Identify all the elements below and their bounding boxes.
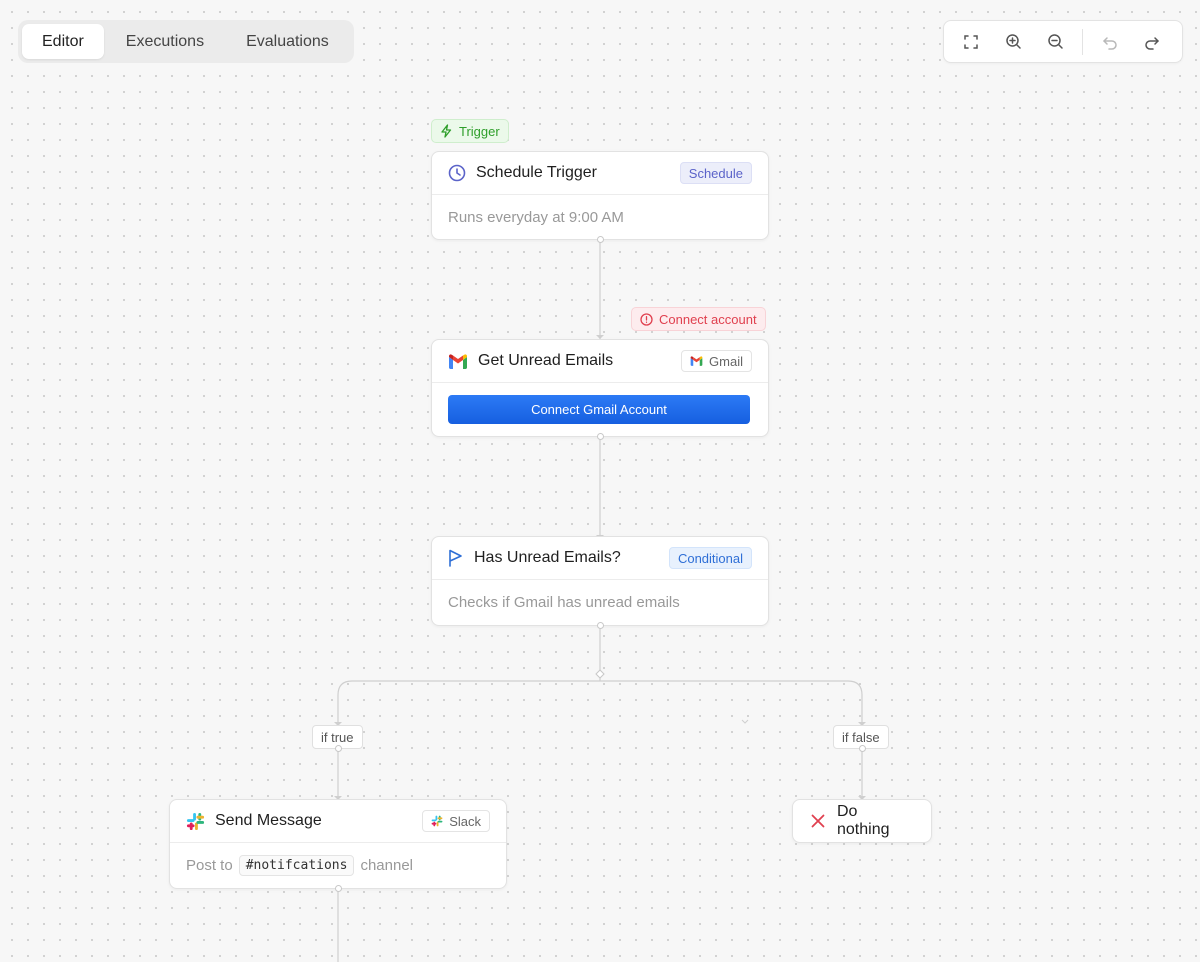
node-title: Schedule Trigger: [476, 164, 597, 181]
node-type-badge: Conditional: [668, 547, 752, 569]
node-description: Runs everyday at 9:00 AM: [448, 208, 624, 226]
gmail-icon: [690, 356, 703, 366]
connect-account-warning: Connect account: [631, 307, 766, 331]
x-icon: [811, 814, 825, 828]
zoom-out-icon: [1047, 34, 1063, 49]
slack-node[interactable]: Send Message Slack Post to #notifcations…: [169, 799, 507, 889]
node-title: Send Message: [215, 812, 322, 829]
branch-handle-false[interactable]: [859, 745, 866, 752]
service-badge-label: Slack: [449, 813, 481, 829]
undo-button[interactable]: [1089, 26, 1131, 58]
do-nothing-node[interactable]: Do nothing: [792, 799, 932, 843]
node-description: Checks if Gmail has unread emails: [448, 594, 680, 611]
service-badge-label: Gmail: [709, 353, 743, 369]
zoom-in-icon: [1005, 34, 1021, 49]
view-tabs: Editor Executions Evaluations: [18, 20, 354, 63]
toolbar-divider: [1082, 28, 1083, 55]
lightning-icon: [441, 124, 452, 138]
node-header: Has Unread Emails? Conditional: [432, 537, 768, 580]
trigger-tag-label: Trigger: [459, 123, 500, 139]
undo-icon: [1103, 36, 1117, 50]
node-header: Schedule Trigger Schedule: [432, 152, 768, 195]
conditional-node[interactable]: Has Unread Emails? Conditional Checks if…: [431, 536, 769, 626]
node-service-badge: Slack: [422, 810, 490, 832]
tab-executions[interactable]: Executions: [106, 24, 224, 59]
node-body: Connect Gmail Account: [432, 383, 768, 436]
flag-icon: [449, 549, 462, 567]
fullscreen-icon: [964, 34, 978, 49]
slack-icon: [431, 815, 443, 827]
clock-icon: [448, 164, 466, 182]
node-type-badge: Schedule: [679, 162, 752, 184]
node-title: Do nothing: [837, 803, 890, 838]
body-suffix: channel: [360, 857, 413, 874]
trigger-tag: Trigger: [431, 119, 509, 143]
redo-icon: [1145, 36, 1159, 50]
node-service-badge: Gmail: [681, 350, 752, 372]
node-header: Send Message Slack: [170, 800, 506, 843]
zoom-out-button[interactable]: [1034, 26, 1076, 58]
output-handle[interactable]: [597, 433, 604, 440]
canvas-toolbar: [943, 20, 1183, 63]
fullscreen-button[interactable]: [950, 26, 992, 58]
redo-button[interactable]: [1131, 26, 1173, 58]
output-handle[interactable]: [597, 236, 604, 243]
branch-handle-true[interactable]: [335, 745, 342, 752]
tab-evaluations[interactable]: Evaluations: [226, 24, 349, 59]
gmail-icon: [449, 353, 467, 369]
channel-name: #notifcations: [238, 855, 355, 876]
gmail-node[interactable]: Get Unread Emails Gmail Connect Gmail Ac…: [431, 339, 769, 437]
output-handle[interactable]: [597, 622, 604, 629]
zoom-in-button[interactable]: [992, 26, 1034, 58]
body-prefix: Post to: [186, 857, 233, 874]
node-title: Get Unread Emails: [478, 352, 614, 369]
node-header: Get Unread Emails Gmail: [432, 340, 768, 383]
schedule-trigger-node[interactable]: Schedule Trigger Schedule Runs everyday …: [431, 151, 769, 240]
connect-gmail-button[interactable]: Connect Gmail Account: [448, 395, 750, 424]
node-description: Post to #notifcations channel: [170, 843, 506, 888]
slack-icon: [186, 812, 205, 830]
warning-label: Connect account: [659, 311, 757, 327]
tab-editor[interactable]: Editor: [22, 24, 104, 59]
alert-circle-icon: [640, 312, 653, 326]
node-title: Has Unread Emails?: [474, 549, 621, 566]
output-handle[interactable]: [335, 885, 342, 892]
